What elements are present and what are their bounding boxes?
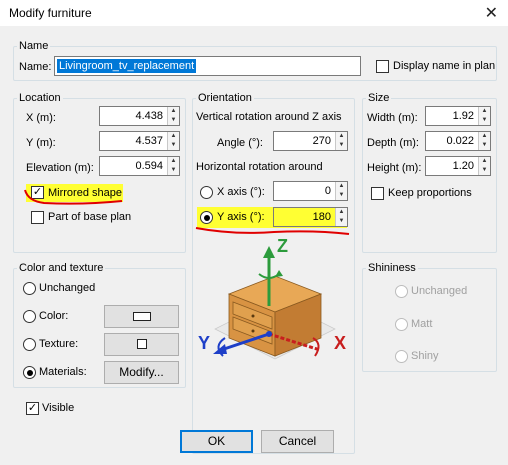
vertical-rotation-caption: Vertical rotation around Z axis — [196, 111, 342, 123]
shininess-shiny-label: Shiny — [411, 350, 439, 362]
unchanged-color-label: Unchanged — [39, 282, 96, 294]
x-value: 4.438 — [135, 110, 163, 122]
y-axis-letter: Y — [198, 333, 211, 353]
cancel-button[interactable]: Cancel — [261, 430, 334, 453]
x-axis-letter: X — [334, 333, 347, 353]
visible-checkbox[interactable]: ✓ — [26, 402, 39, 415]
height-label: Height (m): — [367, 162, 422, 174]
spinner-up-icon[interactable]: ▲ — [479, 107, 490, 116]
color-radio[interactable] — [23, 310, 36, 323]
elevation-value: 0.594 — [135, 160, 163, 172]
x-spinner[interactable]: 4.438 ▲ ▼ — [99, 106, 180, 126]
modify-materials-button[interactable]: Modify... — [104, 361, 179, 384]
spinner-up-icon[interactable]: ▲ — [479, 157, 490, 166]
keep-proportions-label: Keep proportions — [388, 187, 472, 199]
shininess-unchanged-label: Unchanged — [411, 285, 468, 297]
spinner-down-icon[interactable]: ▼ — [336, 191, 347, 200]
x-axis-value: 0 — [324, 185, 331, 197]
name-group-legend: Name — [19, 40, 49, 52]
spinner-up-icon[interactable]: ▲ — [336, 132, 347, 141]
width-spinner[interactable]: 1.92 ▲ ▼ — [425, 106, 491, 126]
shininess-matt-label: Matt — [411, 318, 433, 330]
y-value: 4.537 — [135, 135, 163, 147]
display-name-in-plan-checkbox[interactable] — [376, 60, 389, 73]
unchanged-color-radio[interactable] — [23, 282, 36, 295]
spinner-up-icon[interactable]: ▲ — [479, 132, 490, 141]
depth-value: 0.022 — [446, 135, 474, 147]
x-axis-radio[interactable] — [200, 186, 213, 199]
y-label: Y (m): — [26, 137, 56, 149]
x-axis-spinner[interactable]: 0 ▲ ▼ — [273, 181, 348, 201]
spinner-up-icon[interactable]: ▲ — [336, 208, 347, 217]
display-name-in-plan-label: Display name in plan — [393, 60, 496, 72]
texture-button[interactable] — [104, 333, 179, 356]
spinner-down-icon[interactable]: ▼ — [479, 116, 490, 125]
close-icon[interactable]: ✕ — [485, 3, 498, 23]
part-of-base-plan-label: Part of base plan — [48, 211, 132, 223]
angle-label: Angle (°): — [217, 137, 263, 149]
angle-spinner[interactable]: 270 ▲ ▼ — [273, 131, 348, 151]
depth-spinner[interactable]: 0.022 ▲ ▼ — [425, 131, 491, 151]
orientation-legend: Orientation — [198, 92, 252, 104]
shininess-unchanged-radio[interactable] — [395, 285, 408, 298]
depth-label: Depth (m): — [367, 137, 419, 149]
elevation-label: Elevation (m): — [26, 162, 94, 174]
materials-radio[interactable] — [23, 366, 36, 379]
shininess-legend: Shininess — [368, 262, 416, 274]
elevation-spinner[interactable]: 0.594 ▲ ▼ — [99, 156, 180, 176]
spinner-up-icon[interactable]: ▲ — [168, 157, 179, 166]
materials-label: Materials: — [39, 366, 87, 378]
spinner-down-icon[interactable]: ▼ — [168, 141, 179, 150]
window-title: Modify furniture — [9, 6, 92, 20]
spinner-down-icon[interactable]: ▼ — [168, 166, 179, 175]
color-texture-legend: Color and texture — [19, 262, 104, 274]
angle-value: 270 — [312, 135, 331, 147]
spinner-down-icon[interactable]: ▼ — [479, 166, 490, 175]
width-label: Width (m): — [367, 112, 418, 124]
y-spinner[interactable]: 4.537 ▲ ▼ — [99, 131, 180, 151]
shininess-shiny-radio[interactable] — [395, 350, 408, 363]
orientation-preview-image — [213, 246, 336, 360]
color-label: Color: — [39, 310, 69, 322]
spinner-down-icon[interactable]: ▼ — [168, 116, 179, 125]
name-input[interactable]: Livingroom_tv_replacement — [54, 56, 361, 76]
spinner-up-icon[interactable]: ▲ — [336, 182, 347, 191]
ok-button[interactable]: OK — [180, 430, 253, 453]
spinner-up-icon[interactable]: ▲ — [168, 107, 179, 116]
horizontal-rotation-caption: Horizontal rotation around — [196, 161, 323, 173]
keep-proportions-checkbox[interactable] — [371, 187, 384, 200]
color-swatch-icon — [133, 312, 151, 321]
spinner-up-icon[interactable]: ▲ — [168, 132, 179, 141]
x-label: X (m): — [26, 112, 56, 124]
shininess-matt-radio[interactable] — [395, 318, 408, 331]
spinner-down-icon[interactable]: ▼ — [336, 141, 347, 150]
texture-label: Texture: — [39, 338, 79, 350]
texture-swatch-icon — [137, 339, 147, 349]
part-of-base-plan-checkbox[interactable] — [31, 211, 44, 224]
height-spinner[interactable]: 1.20 ▲ ▼ — [425, 156, 491, 176]
name-label: Name: — [19, 61, 52, 73]
spinner-down-icon[interactable]: ▼ — [479, 141, 490, 150]
size-legend: Size — [368, 92, 390, 104]
z-axis-letter: Z — [277, 236, 288, 256]
location-legend: Location — [19, 92, 61, 104]
height-value: 1.20 — [452, 160, 474, 172]
texture-radio[interactable] — [23, 338, 36, 351]
visible-label: Visible — [42, 402, 75, 414]
x-axis-label: X axis (°): — [217, 186, 265, 198]
color-button[interactable] — [104, 305, 179, 328]
title-bar: Modify furniture ✕ — [0, 0, 508, 26]
name-input-value: Livingroom_tv_replacement — [57, 59, 197, 73]
width-value: 1.92 — [452, 110, 474, 122]
mirrored-red-underline — [24, 189, 123, 205]
